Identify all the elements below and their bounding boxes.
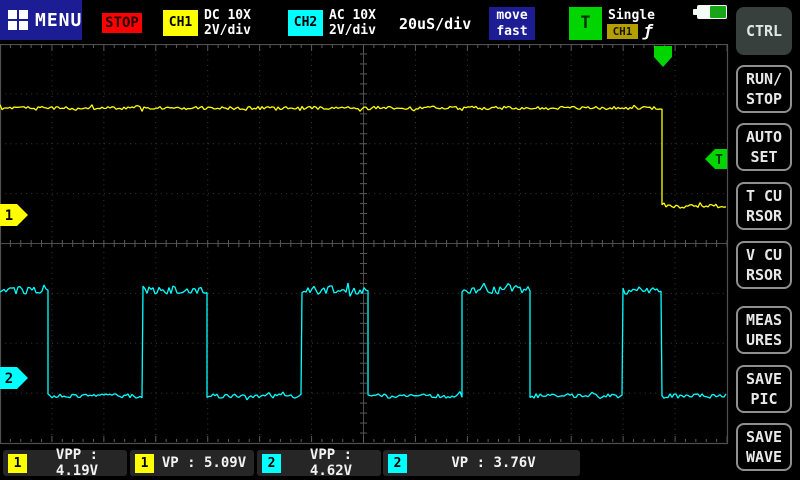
- measurement-channel-badge: 2: [388, 454, 407, 473]
- scope-plot: 1 2 T: [0, 44, 729, 445]
- header-bar: MENU STOP CH1 DC 10X 2V/div CH2 AC 10X 2…: [0, 0, 800, 44]
- ch1-coupling: DC 10X: [204, 8, 251, 23]
- trigger-badge[interactable]: T: [569, 7, 602, 40]
- measurement-channel-badge: 1: [135, 454, 154, 473]
- trigger-level-label: T: [715, 153, 723, 168]
- battery-fill: [710, 6, 727, 18]
- ch2-scale: 2V/div: [329, 23, 376, 38]
- sidebar-button-v-cu-rsor[interactable]: V CU RSOR: [736, 241, 792, 289]
- measurement-pill: 2VPP : 4.62V: [257, 450, 381, 476]
- sidebar-button-save-wave[interactable]: SAVE WAVE: [736, 423, 792, 471]
- move-fast-button[interactable]: move fast: [489, 7, 535, 40]
- ch1-settings: DC 10X 2V/div: [204, 8, 251, 38]
- sidebar-button-run-stop[interactable]: RUN/ STOP: [736, 65, 792, 113]
- sidebar-button-auto-set[interactable]: AUTO SET: [736, 123, 792, 171]
- trigger-edge-icon: ƒ: [643, 21, 653, 40]
- measurement-value: VPP : 4.19V: [27, 447, 127, 479]
- measurement-value: VP : 5.09V: [154, 455, 254, 471]
- sidebar-button-meas-ures[interactable]: MEAS URES: [736, 306, 792, 354]
- timebase-readout: 20uS/div: [399, 15, 471, 33]
- ch1-badge[interactable]: CH1: [163, 10, 198, 36]
- measurement-value: VP : 3.76V: [407, 455, 580, 471]
- measurement-channel-badge: 2: [262, 454, 281, 473]
- acquisition-status-badge: STOP: [102, 13, 142, 33]
- measurement-pill: 1VPP : 4.19V: [3, 450, 127, 476]
- measurement-channel-badge: 1: [8, 454, 27, 473]
- ch1-marker-label: 1: [5, 208, 13, 224]
- measurement-value: VPP : 4.62V: [281, 447, 381, 479]
- oscilloscope-screen: MENU STOP CH1 DC 10X 2V/div CH2 AC 10X 2…: [0, 0, 800, 480]
- menu-label: MENU: [35, 10, 82, 31]
- measurement-pill: 1VP : 5.09V: [130, 450, 254, 476]
- ch1-scale: 2V/div: [204, 23, 251, 38]
- ch2-badge[interactable]: CH2: [288, 10, 323, 36]
- trigger-source-badge[interactable]: CH1: [607, 24, 638, 39]
- menu-button[interactable]: MENU: [0, 0, 82, 40]
- ch2-marker-label: 2: [5, 371, 13, 387]
- battery-icon: [697, 5, 727, 19]
- menu-grid-icon: [8, 10, 28, 30]
- ch2-settings: AC 10X 2V/div: [329, 8, 376, 38]
- battery-nub: [693, 9, 697, 15]
- sidebar-button-save-pic[interactable]: SAVE PIC: [736, 365, 792, 413]
- sidebar-button-ctrl[interactable]: CTRL: [736, 7, 792, 55]
- sidebar-button-t-cu-rsor[interactable]: T CU RSOR: [736, 182, 792, 230]
- ch2-coupling: AC 10X: [329, 8, 376, 23]
- measurement-pill: 2VP : 3.76V: [383, 450, 580, 476]
- trigger-position-marker[interactable]: [654, 46, 672, 67]
